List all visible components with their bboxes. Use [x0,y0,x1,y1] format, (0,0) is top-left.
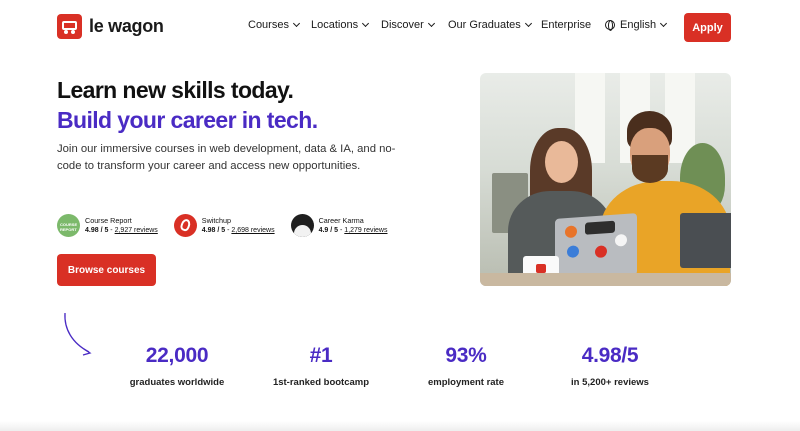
nav-item-discover[interactable]: Discover [381,19,435,31]
rating-source-name: Switchup [201,215,231,225]
stat-label: in 5,200+ reviews [571,377,649,388]
stat-value: 4.98/5 [581,344,639,367]
nav-item-locations[interactable]: Locations [311,19,370,31]
brand-name: le wagon [89,16,164,36]
brand-logo[interactable]: le wagon [57,14,164,39]
rating-course-report: COURSE REPORT Course Report 4.98 / 5 - 2… [57,214,158,237]
career-karma-logo-icon [290,214,314,237]
language-label: English [620,19,657,31]
chevron-down-icon [292,19,301,28]
stat-label: graduates worldwide [129,377,225,388]
nav-item-label: Enterprise [541,19,592,31]
stat-graduates: 22,000 graduates worldwide [118,344,236,388]
chevron-down-icon [524,19,532,28]
stat-label: employment rate [427,377,505,388]
hero-subtitle: Build your career in tech. [57,107,318,133]
course-report-logo-icon: COURSE REPORT [57,214,80,237]
switchup-logo-icon [173,214,197,237]
section-divider [0,421,800,431]
hero-description: Join our immersive courses in web develo… [57,143,396,172]
apply-button[interactable]: Apply [684,13,731,42]
reviews-link[interactable]: 1,279 reviews [344,227,387,234]
rating-source-name: Course Report [85,215,132,225]
ratings-row: COURSE REPORT Course Report 4.98 / 5 - 2… [57,214,404,237]
nav-item-enterprise[interactable]: Enterprise [541,19,591,31]
hero-title: Learn new skills today. [57,77,294,103]
chevron-down-icon [362,19,370,28]
nav-item-label: Courses [248,19,289,31]
rating-switchup: Switchup 4.98 / 5 - 2,698 reviews [173,214,275,237]
stat-value: 93% [445,344,487,367]
chevron-down-icon [660,19,668,28]
top-navigation: le wagon Courses Locations Discover Our … [0,0,800,54]
rating-score: 4.98 / 5 [201,226,226,234]
browse-courses-button[interactable]: Browse courses [57,254,156,286]
language-selector[interactable]: English [605,19,668,31]
nav-item-label: Locations [311,19,359,31]
nav-item-label: Discover [381,19,424,31]
reviews-link[interactable]: 2,698 reviews [231,227,274,234]
reviews-link[interactable]: 2,927 reviews [115,227,158,234]
rating-career-karma: Career Karma 4.9 / 5 - 1,279 reviews [290,214,388,237]
stat-value: #1 [309,344,333,367]
globe-icon [605,20,615,31]
curved-arrow-icon [64,312,92,356]
stat-reviews: 4.98/5 in 5,200+ reviews [551,344,669,388]
rating-score: 4.98 / 5 [85,226,109,234]
rating-source-name: Career Karma [318,215,364,225]
nav-item-our-graduates[interactable]: Our Graduates [448,19,532,31]
rating-score: 4.9 / 5 [318,226,339,234]
nav-item-courses[interactable]: Courses [248,19,301,31]
chevron-down-icon [427,19,435,28]
wagon-logo-icon [57,14,82,39]
stat-value: 22,000 [145,344,209,367]
stat-ranking: #1 1st-ranked bootcamp [262,344,380,388]
stat-employment: 93% employment rate [407,344,525,388]
stat-label: 1st-ranked bootcamp [272,377,370,388]
hero-photo [480,73,731,286]
nav-item-label: Our Graduates [448,19,521,31]
